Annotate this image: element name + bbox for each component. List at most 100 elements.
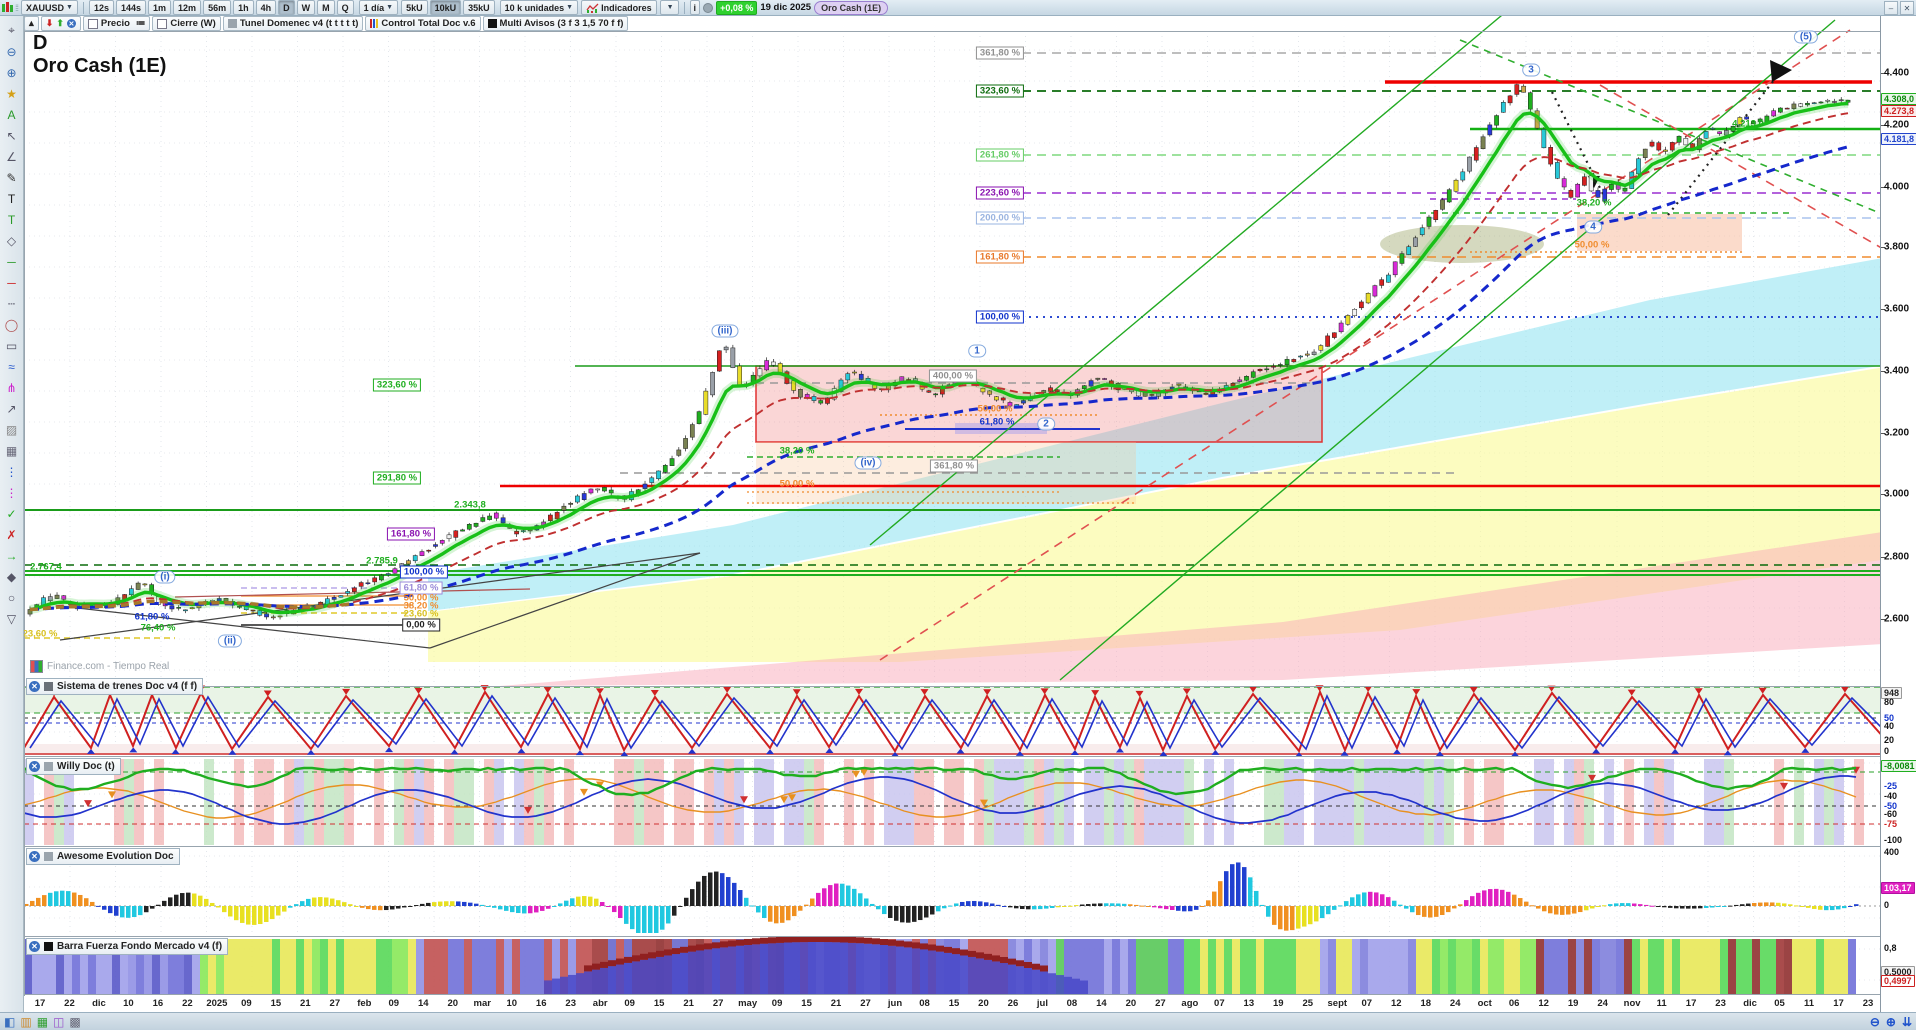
panel-header-willy-doc[interactable]: ✕ Willy Doc (t) [26, 758, 121, 775]
volume-button-10ku[interactable]: 10kU [429, 0, 462, 15]
axis-label: 3.800 [1884, 241, 1910, 253]
time-axis-label: 2025 [206, 998, 228, 1009]
checkbox[interactable] [87, 18, 98, 29]
zoom-in-tool[interactable]: ⊕ [3, 62, 21, 83]
confirm-tool[interactable]: ✓ [3, 503, 21, 524]
dots-blue-tool[interactable]: ⋮ [3, 461, 21, 482]
checkbox[interactable] [157, 18, 168, 29]
time-axis-label: jun [887, 998, 903, 1009]
label-tool[interactable]: A [3, 104, 21, 125]
volume-button-5ku[interactable]: 5kU [401, 0, 428, 15]
palette-icon[interactable]: ▥ [20, 1016, 31, 1028]
crosshair-tool[interactable]: ⌖ [3, 20, 21, 41]
zoom-out-tool[interactable]: ⊖ [3, 41, 21, 62]
dots-magenta-tool[interactable]: ⋮ [3, 482, 21, 503]
window-minimize-button[interactable]: – [1884, 1, 1898, 15]
grid-tool[interactable]: ▦ [3, 440, 21, 461]
timeframe-button-144s[interactable]: 144s [116, 0, 147, 15]
time-axis-label: feb [357, 998, 372, 1009]
panel-header-barra-fuerza[interactable]: ✕ Barra Fuerza Fondo Mercado v4 (f) [26, 938, 229, 955]
text-green-tool[interactable]: T [3, 209, 21, 230]
swatch-icon [227, 19, 237, 28]
close-icon[interactable]: ✕ [29, 851, 40, 862]
price-axis[interactable]: 4.400 4.200 4.000 3.800 3.600 3.400 3.200 3.000… [1880, 16, 1916, 1012]
timeframe-button-w[interactable]: W [296, 0, 316, 15]
time-axis-label: 09 [771, 998, 783, 1009]
dashed-line-tool[interactable]: ┄ [3, 293, 21, 314]
cursor-tool[interactable]: ↖ [3, 125, 21, 146]
overlay-chip[interactable]: Tunel Domenec v4 (t t t t t) [222, 16, 364, 31]
ellipse-tool[interactable]: ◯ [3, 314, 21, 335]
circle-tool[interactable]: ○ [3, 587, 21, 608]
draw-tool[interactable]: ✎ [3, 167, 21, 188]
chart-style-icon[interactable]: ◫ [53, 1016, 64, 1028]
overlay-chip[interactable]: Cierre (W) [152, 16, 221, 31]
chart-canvas[interactable] [0, 0, 1916, 1030]
time-axis-label: 26 [1007, 998, 1019, 1009]
axis-label: -40 [1884, 791, 1898, 801]
trendline-tool[interactable]: ∠ [3, 146, 21, 167]
overlay-chip[interactable]: Precio ≔ [82, 16, 151, 31]
pitchfork-tool[interactable]: ⋔ [3, 377, 21, 398]
drag-grip-icon[interactable]: ⁞⁞ [15, 3, 19, 13]
buy-arrow-icon[interactable]: ⬆ [56, 19, 64, 28]
time-axis-label: 05 [1774, 998, 1785, 1009]
sell-arrow-icon[interactable]: ⬇ [46, 19, 54, 28]
close-icon[interactable]: ✕ [29, 681, 40, 692]
volume-button-35ku[interactable]: 35kU [463, 0, 495, 15]
timeframe-button-12m[interactable]: 12m [173, 0, 202, 15]
triangle-tool[interactable]: ▽ [3, 608, 21, 629]
zoom-in-button[interactable]: ⊕ [1886, 1016, 1896, 1028]
panel-header-sistema-trenes[interactable]: ✕ Sistema de trenes Doc v4 (f f) [26, 678, 204, 695]
more-dropdown[interactable]: ▼ [659, 0, 679, 15]
zoom-out-button[interactable]: ⊖ [1870, 1016, 1880, 1028]
symbol-selector[interactable]: XAUUSD ▼ [21, 0, 78, 15]
hline-red-tool[interactable]: ─ [3, 272, 21, 293]
collapse-toolbar-button[interactable]: ▴ [24, 16, 39, 31]
calendar-icon[interactable]: ▦ [37, 1016, 48, 1028]
timeframe-button-m[interactable]: M [317, 0, 335, 15]
delete-tool[interactable]: ✗ [3, 524, 21, 545]
timeframe-button-56m[interactable]: 56m [203, 0, 232, 15]
wave-tool[interactable]: ≈ [3, 356, 21, 377]
time-axis-label: nov [1623, 998, 1641, 1009]
timeframe-button-q[interactable]: Q [336, 0, 354, 15]
text-tool[interactable]: T [3, 188, 21, 209]
timeframe-button-1h[interactable]: 1h [233, 0, 254, 15]
time-axis[interactable]: 17 22 dic 10 16 22 2025 09 15 21 27 feb 09 14 20 mar 10 1… [24, 996, 1903, 1012]
arrow-tool[interactable]: → [3, 545, 21, 566]
marker-tool[interactable]: ◆ [3, 566, 21, 587]
timeframe-letter: D [33, 32, 48, 54]
axis-label: 0 [1884, 900, 1890, 910]
indicators-button[interactable]: Indicadores [581, 0, 657, 15]
timeframe-button-12s[interactable]: 12s [88, 0, 114, 15]
overlay-chip[interactable]: Control Total Doc v.6 [365, 16, 481, 31]
layout-icon[interactable]: ◧ [4, 1016, 15, 1028]
ray-tool[interactable]: ↗ [3, 398, 21, 419]
timeframe-button-1m[interactable]: 1m [148, 0, 172, 15]
time-axis-label: 19 [1567, 998, 1579, 1009]
bottom-status-bar: ◧ ▥ ▦ ◫ ▩ ⊖ ⊕ ⇊ [0, 1012, 1916, 1030]
cancel-icon[interactable]: ✕ [66, 19, 76, 28]
favorites-tool[interactable]: ★ [3, 83, 21, 104]
period-dropdown[interactable]: 1 día ▼ [358, 0, 399, 15]
pattern-tool[interactable]: ▨ [3, 419, 21, 440]
window-close-button[interactable]: ✕ [1900, 1, 1914, 15]
hline-green-tool[interactable]: ─ [3, 251, 21, 272]
close-icon[interactable]: ✕ [29, 761, 40, 772]
close-icon[interactable]: ✕ [29, 941, 40, 952]
axis-label: 3.000 [1884, 488, 1910, 500]
rectangle-tool[interactable]: ▭ [3, 335, 21, 356]
grid-style-icon[interactable]: ▩ [69, 1016, 80, 1028]
overlay-chip[interactable]: Multi Avisos (3 f 3 1,5 70 f f) [482, 16, 629, 31]
time-axis-label: 21 [683, 998, 694, 1009]
pan-down-button[interactable]: ⇊ [1902, 1016, 1912, 1028]
timeframe-button-4h[interactable]: 4h [255, 0, 277, 15]
panel-header-awesome-evolution[interactable]: ✕ Awesome Evolution Doc [26, 848, 180, 865]
info-button[interactable]: i [689, 0, 701, 15]
timeframe-button-d[interactable]: D [278, 0, 295, 15]
shape-tool[interactable]: ◇ [3, 230, 21, 251]
status-dot-icon [703, 2, 714, 13]
units-dropdown[interactable]: 10 k unidades ▼ [499, 0, 579, 15]
indicator-chart-icon [586, 3, 599, 13]
